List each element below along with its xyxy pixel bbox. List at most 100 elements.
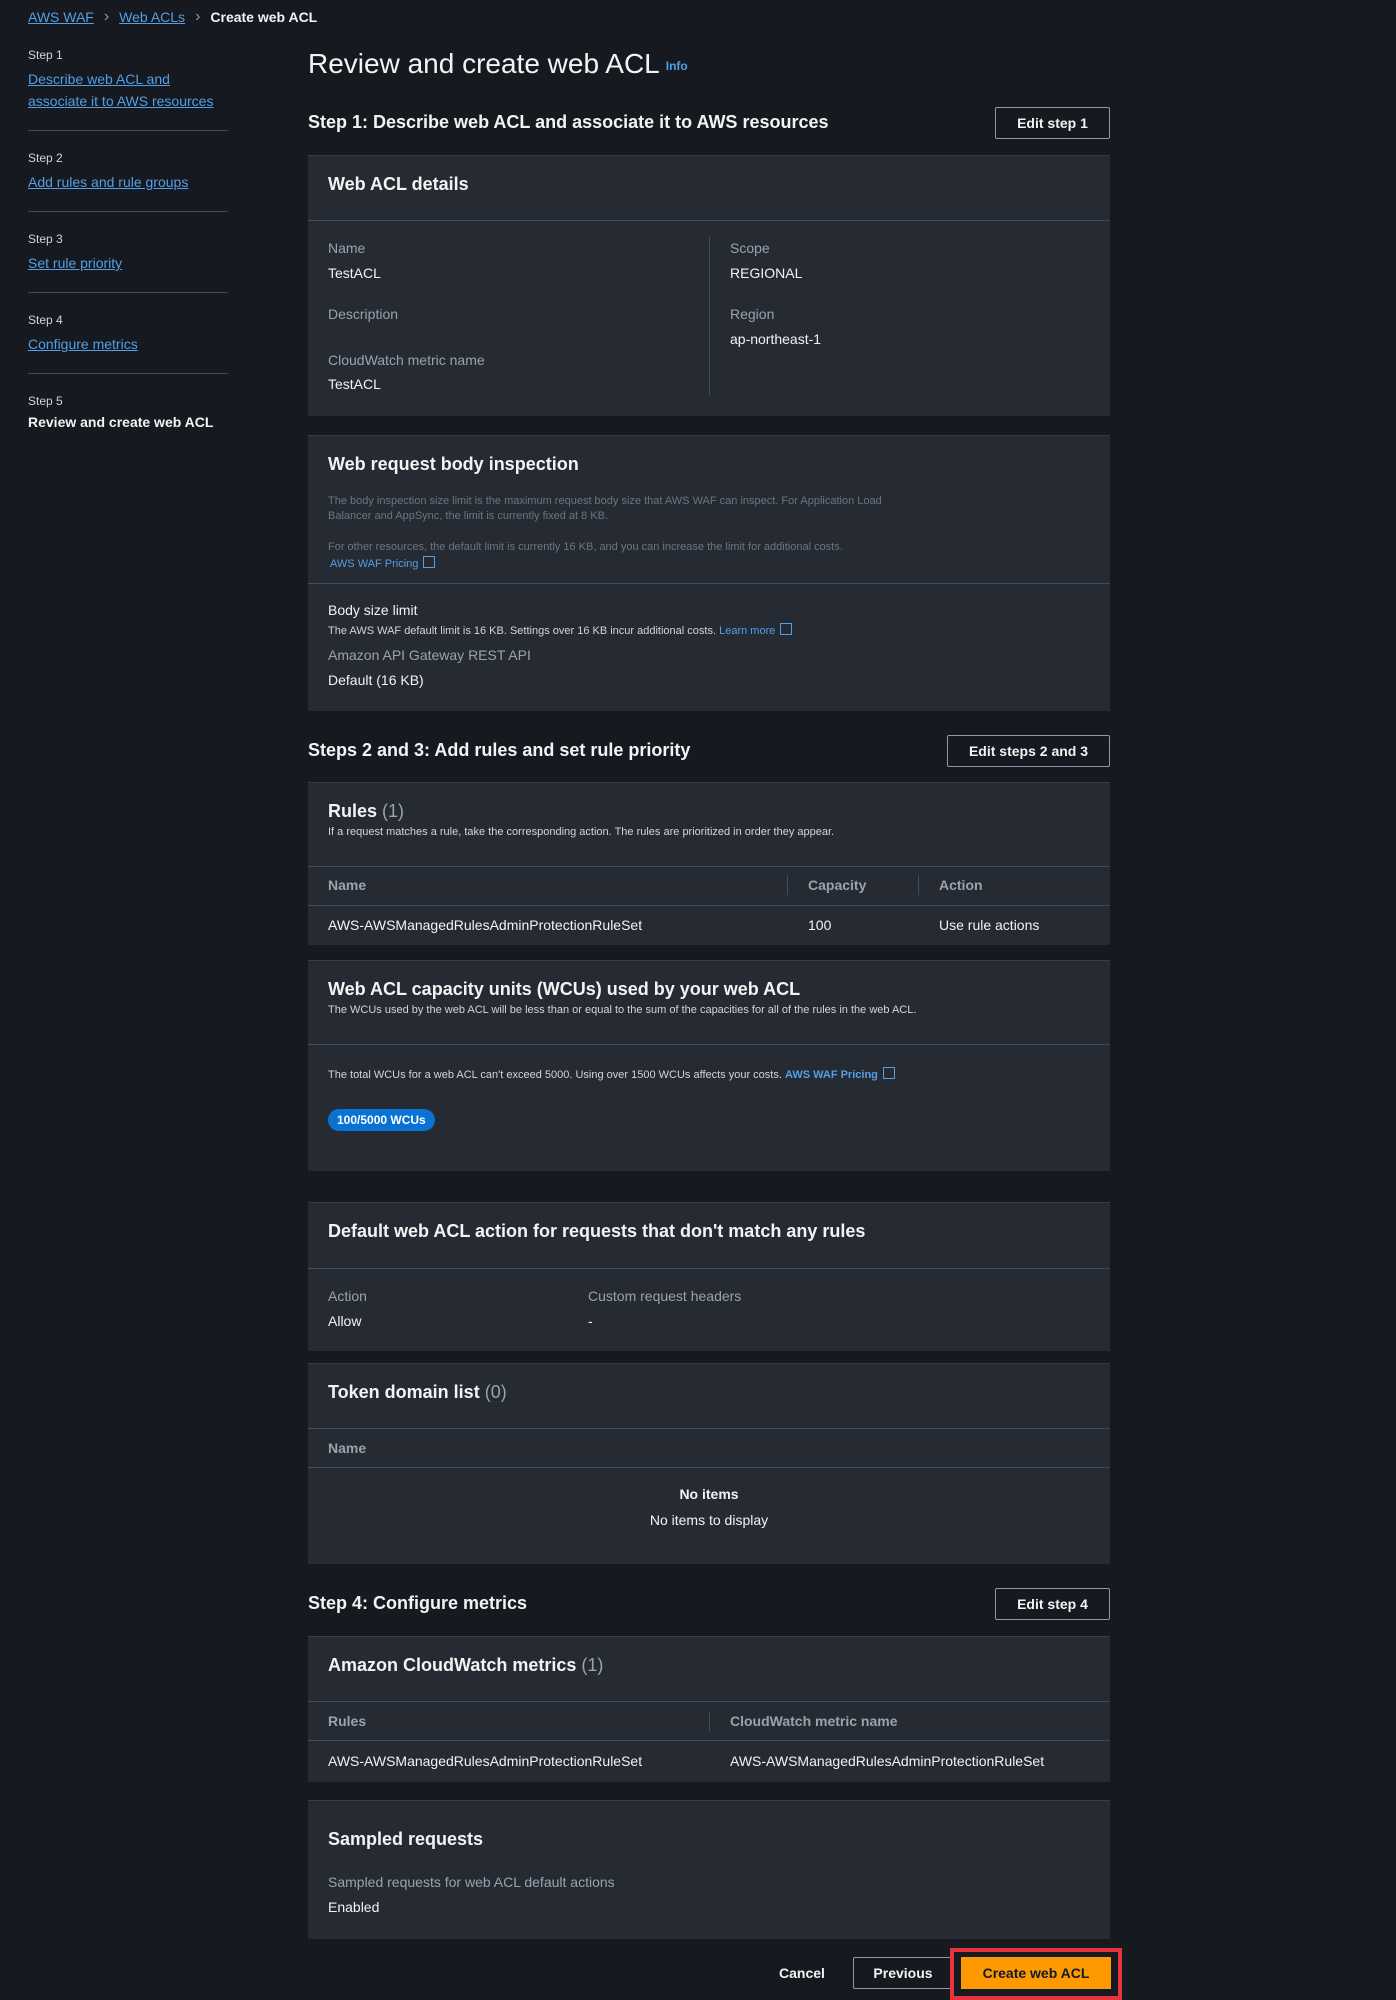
step-number: Step 4 <box>28 313 63 327</box>
web-acl-details-card: Web ACL details Name TestACL Description… <box>308 155 1110 416</box>
column-separator <box>787 875 788 895</box>
column-header-action[interactable]: Action <box>939 877 983 893</box>
rule-action: Use rule actions <box>939 917 1040 933</box>
card-title: Web ACL capacity units (WCUs) used by yo… <box>328 979 801 999</box>
step-current: Review and create web ACL <box>28 414 214 430</box>
wcu-desc: The WCUs used by the web ACL will be les… <box>328 1004 917 1016</box>
wcu-card: Web ACL capacity units (WCUs) used by yo… <box>308 960 1110 1171</box>
card-title: Web request body inspection <box>328 454 579 474</box>
step-number: Step 5 <box>28 394 63 408</box>
divider <box>308 1467 1110 1468</box>
metrics-count: (1) <box>581 1655 604 1675</box>
headers-label: Custom request headers <box>588 1288 742 1304</box>
edit-steps23-button[interactable]: Edit steps 2 and 3 <box>947 735 1110 767</box>
step-link-describe[interactable]: Describe web ACL and associate it to AWS… <box>28 68 218 112</box>
wcu-note-text: The total WCUs for a web ACL can't excee… <box>328 1069 782 1081</box>
step1-title: Step 1: Describe web ACL and associate i… <box>308 112 829 132</box>
column-header-name[interactable]: Name <box>328 1440 366 1456</box>
rule-capacity: 100 <box>808 917 832 933</box>
card-title: Token domain list (0) <box>308 1364 1110 1403</box>
column-separator <box>918 875 919 895</box>
learn-more-link[interactable]: Learn more <box>719 625 775 637</box>
wizard-step-5: Step 5 Review and create web ACL <box>28 394 228 448</box>
api-gateway-value: Default (16 KB) <box>328 672 424 688</box>
body-size-desc-text: The AWS WAF default limit is 16 KB. Sett… <box>328 625 717 637</box>
metric-rule-name: AWS-AWSManagedRulesAdminProtectionRuleSe… <box>328 1753 643 1769</box>
pricing-link-text: AWS WAF Pricing <box>330 558 419 570</box>
external-link-icon <box>882 1067 895 1079</box>
card-title: Default web ACL action for requests that… <box>328 1221 866 1241</box>
divider <box>308 1428 1110 1429</box>
body-desc-1: The body inspection size limit is the ma… <box>328 495 882 522</box>
breadcrumb: AWS WAF › Web ACLs › Create web ACL <box>28 8 317 26</box>
wizard-step-3: Step 3 Set rule priority <box>28 232 228 293</box>
breadcrumb-current: Create web ACL <box>210 9 318 25</box>
chevron-right-icon: › <box>103 8 110 25</box>
page-title-text: Review and create web ACL <box>308 48 660 79</box>
body-desc-2: For other resources, the default limit i… <box>328 541 843 553</box>
divider <box>308 1701 1110 1702</box>
step-link-metrics[interactable]: Configure metrics <box>28 333 228 355</box>
metric-label: CloudWatch metric name <box>328 352 485 368</box>
cloudwatch-metrics-card: Amazon CloudWatch metrics (1) Rules Clou… <box>308 1636 1110 1782</box>
rules-title: Rules <box>328 801 378 821</box>
info-link[interactable]: Info <box>666 59 688 73</box>
step-number: Step 3 <box>28 232 63 246</box>
rules-count: (1) <box>382 801 405 821</box>
default-action-card: Default web ACL action for requests that… <box>308 1202 1110 1351</box>
page-title: Review and create web ACL Info <box>308 48 688 80</box>
action-label: Action <box>328 1288 367 1304</box>
card-title: Rules (1) <box>308 783 1110 822</box>
scope-label: Scope <box>730 240 770 256</box>
step-number: Step 1 <box>28 48 63 62</box>
wizard-step-1: Step 1 Describe web ACL and associate it… <box>28 48 228 131</box>
empty-title: No items <box>679 1486 739 1502</box>
sampled-requests-card: Sampled requests Sampled requests for we… <box>308 1800 1110 1939</box>
divider <box>308 866 1110 867</box>
name-label: Name <box>328 240 366 256</box>
token-title: Token domain list <box>328 1382 480 1402</box>
create-web-acl-button[interactable]: Create web ACL <box>961 1957 1111 1989</box>
table-row[interactable]: AWS-AWSManagedRulesAdminProtectionRuleSe… <box>308 906 1110 945</box>
previous-button[interactable]: Previous <box>853 1957 953 1989</box>
external-link-icon <box>423 556 436 568</box>
api-gateway-label: Amazon API Gateway REST API <box>328 647 531 663</box>
breadcrumb-web-acls[interactable]: Web ACLs <box>119 9 185 25</box>
region-label: Region <box>730 306 775 322</box>
column-divider <box>709 236 710 396</box>
wcu-note: The total WCUs for a web ACL can't excee… <box>328 1066 895 1081</box>
wizard-nav: Step 1 Describe web ACL and associate it… <box>28 48 228 468</box>
chevron-right-icon: › <box>195 8 201 25</box>
column-header-capacity[interactable]: Capacity <box>808 877 866 893</box>
step-number: Step 2 <box>28 151 63 165</box>
table-row[interactable]: AWS-AWSManagedRulesAdminProtectionRuleSe… <box>308 1741 1110 1781</box>
step-link-add-rules[interactable]: Add rules and rule groups <box>28 171 228 193</box>
step4-title: Step 4: Configure metrics <box>308 1593 528 1613</box>
name-value: TestACL <box>328 265 381 281</box>
edit-step1-button[interactable]: Edit step 1 <box>995 107 1110 139</box>
wcu-badge: 100/5000 WCUs <box>328 1109 435 1131</box>
wcu-pricing-link[interactable]: AWS WAF Pricing <box>785 1069 878 1081</box>
column-header-rules[interactable]: Rules <box>328 1713 366 1729</box>
token-count: (0) <box>484 1382 507 1402</box>
edit-step4-button[interactable]: Edit step 4 <box>995 1588 1110 1620</box>
body-size-desc: The AWS WAF default limit is 16 KB. Sett… <box>328 622 793 637</box>
body-inspection-card: Web request body inspection The body ins… <box>308 435 1110 711</box>
column-header-metric[interactable]: CloudWatch metric name <box>730 1713 898 1729</box>
divider <box>308 583 1110 584</box>
breadcrumb-aws-waf[interactable]: AWS WAF <box>28 9 94 25</box>
action-value: Allow <box>328 1313 362 1329</box>
pricing-link[interactable]: AWS WAF Pricing <box>330 555 436 570</box>
step-link-priority[interactable]: Set rule priority <box>28 252 228 274</box>
rules-card: Rules (1) If a request matches a rule, t… <box>308 782 1110 945</box>
card-title: Amazon CloudWatch metrics (1) <box>308 1637 1110 1676</box>
cancel-button[interactable]: Cancel <box>779 1965 825 1981</box>
body-size-label: Body size limit <box>328 602 418 618</box>
steps23-title: Steps 2 and 3: Add rules and set rule pr… <box>308 740 691 760</box>
column-header-name[interactable]: Name <box>328 877 366 893</box>
divider <box>308 220 1110 221</box>
token-domain-card: Token domain list (0) Name No items No i… <box>308 1363 1110 1564</box>
wizard-step-2: Step 2 Add rules and rule groups <box>28 151 228 212</box>
rules-desc: If a request matches a rule, take the co… <box>328 826 835 838</box>
wcu-badge-wrap: 100/5000 WCUs <box>328 1109 435 1131</box>
